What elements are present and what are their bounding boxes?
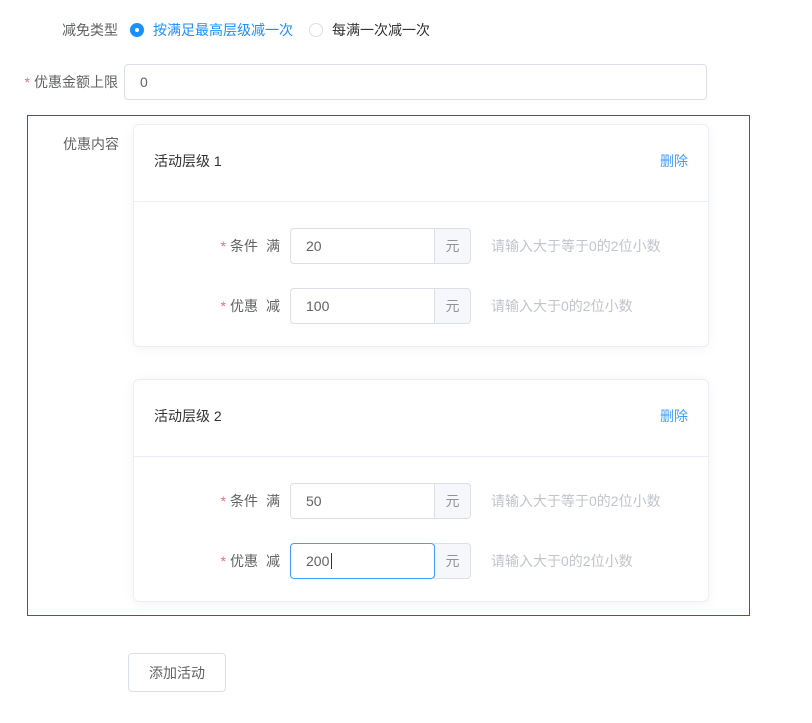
unit-append: 元 bbox=[434, 483, 471, 519]
discount-word: 减 bbox=[266, 551, 280, 571]
input-hint: 请输入大于0的2位小数 bbox=[491, 551, 633, 571]
condition-input-group: 元 bbox=[290, 228, 471, 264]
discount-input-focused[interactable] bbox=[290, 543, 435, 579]
radio-selected-icon bbox=[130, 23, 144, 37]
radio-unselected-icon bbox=[309, 23, 323, 37]
tier-card-2: 活动层级 2 删除 *条件 满 元 请输入大于等于0的2位小数 *优惠 bbox=[133, 379, 709, 602]
radio-option-label: 每满一次减一次 bbox=[332, 20, 430, 40]
discount-content-label: 优惠内容 bbox=[28, 116, 119, 602]
condition-word: 满 bbox=[266, 491, 280, 511]
unit-append: 元 bbox=[434, 288, 471, 324]
tier-title: 活动层级 2 bbox=[154, 406, 222, 426]
input-hint: 请输入大于等于0的2位小数 bbox=[491, 491, 661, 511]
tier-card-body: *条件 满 元 请输入大于等于0的2位小数 *优惠 减 元 bbox=[134, 202, 708, 346]
radio-option-every-time[interactable]: 每满一次减一次 bbox=[309, 20, 430, 40]
input-hint: 请输入大于等于0的2位小数 bbox=[491, 236, 661, 256]
unit-append: 元 bbox=[434, 228, 471, 264]
condition-label: *条件 bbox=[134, 236, 258, 256]
discount-input-group: 元 bbox=[290, 288, 471, 324]
condition-row: *条件 满 元 请输入大于等于0的2位小数 bbox=[134, 483, 708, 519]
tier-card-1: 活动层级 1 删除 *条件 满 元 请输入大于等于0的2位小数 *优惠 bbox=[133, 124, 709, 347]
required-asterisk: * bbox=[221, 553, 226, 569]
delete-tier-button[interactable]: 删除 bbox=[660, 406, 688, 426]
required-asterisk: * bbox=[221, 493, 226, 509]
condition-input[interactable] bbox=[290, 483, 435, 519]
condition-row: *条件 满 元 请输入大于等于0的2位小数 bbox=[134, 228, 708, 264]
max-discount-row: *优惠金额上限 bbox=[0, 64, 812, 100]
max-discount-label: *优惠金额上限 bbox=[0, 72, 118, 92]
delete-tier-button[interactable]: 删除 bbox=[660, 151, 688, 171]
unit-append: 元 bbox=[434, 543, 471, 579]
text-cursor bbox=[331, 553, 332, 569]
discount-input[interactable] bbox=[290, 288, 435, 324]
max-discount-input[interactable] bbox=[124, 64, 707, 100]
discount-label-text: 优惠 bbox=[230, 298, 258, 314]
discount-label: *优惠 bbox=[134, 296, 258, 316]
reduction-type-radio-group: 按满足最高层级减一次 每满一次减一次 bbox=[130, 20, 430, 40]
reduction-type-row: 减免类型 按满足最高层级减一次 每满一次减一次 bbox=[0, 20, 812, 40]
condition-label: *条件 bbox=[134, 491, 258, 511]
reduction-type-label: 减免类型 bbox=[0, 20, 118, 40]
required-asterisk: * bbox=[221, 238, 226, 254]
radio-option-label: 按满足最高层级减一次 bbox=[153, 20, 293, 40]
condition-input[interactable] bbox=[290, 228, 435, 264]
tier-card-header: 活动层级 1 删除 bbox=[134, 125, 708, 202]
tier-card-list: 活动层级 1 删除 *条件 满 元 请输入大于等于0的2位小数 *优惠 bbox=[133, 116, 709, 602]
promotion-form: 减免类型 按满足最高层级减一次 每满一次减一次 *优惠金额上限 优惠内容 活动层… bbox=[0, 20, 812, 692]
discount-label-text: 优惠 bbox=[230, 553, 258, 569]
discount-content-section: 优惠内容 活动层级 1 删除 *条件 满 元 请输入大于等于0 bbox=[27, 115, 750, 616]
discount-label: *优惠 bbox=[134, 551, 258, 571]
condition-input-group: 元 bbox=[290, 483, 471, 519]
condition-label-text: 条件 bbox=[230, 238, 258, 254]
required-asterisk: * bbox=[221, 298, 226, 314]
discount-word: 减 bbox=[266, 296, 280, 316]
radio-option-highest-tier[interactable]: 按满足最高层级减一次 bbox=[130, 20, 293, 40]
max-discount-label-text: 优惠金额上限 bbox=[34, 74, 118, 90]
tier-title: 活动层级 1 bbox=[154, 151, 222, 171]
condition-word: 满 bbox=[266, 236, 280, 256]
add-activity-button[interactable]: 添加活动 bbox=[128, 653, 226, 692]
discount-input-group: 元 bbox=[290, 543, 471, 579]
required-asterisk: * bbox=[25, 74, 30, 90]
condition-label-text: 条件 bbox=[230, 493, 258, 509]
input-hint: 请输入大于0的2位小数 bbox=[491, 296, 633, 316]
tier-card-body: *条件 满 元 请输入大于等于0的2位小数 *优惠 减 bbox=[134, 457, 708, 601]
discount-row: *优惠 减 元 请输入大于0的2位小数 bbox=[134, 543, 708, 579]
discount-row: *优惠 减 元 请输入大于0的2位小数 bbox=[134, 288, 708, 324]
tier-card-header: 活动层级 2 删除 bbox=[134, 380, 708, 457]
